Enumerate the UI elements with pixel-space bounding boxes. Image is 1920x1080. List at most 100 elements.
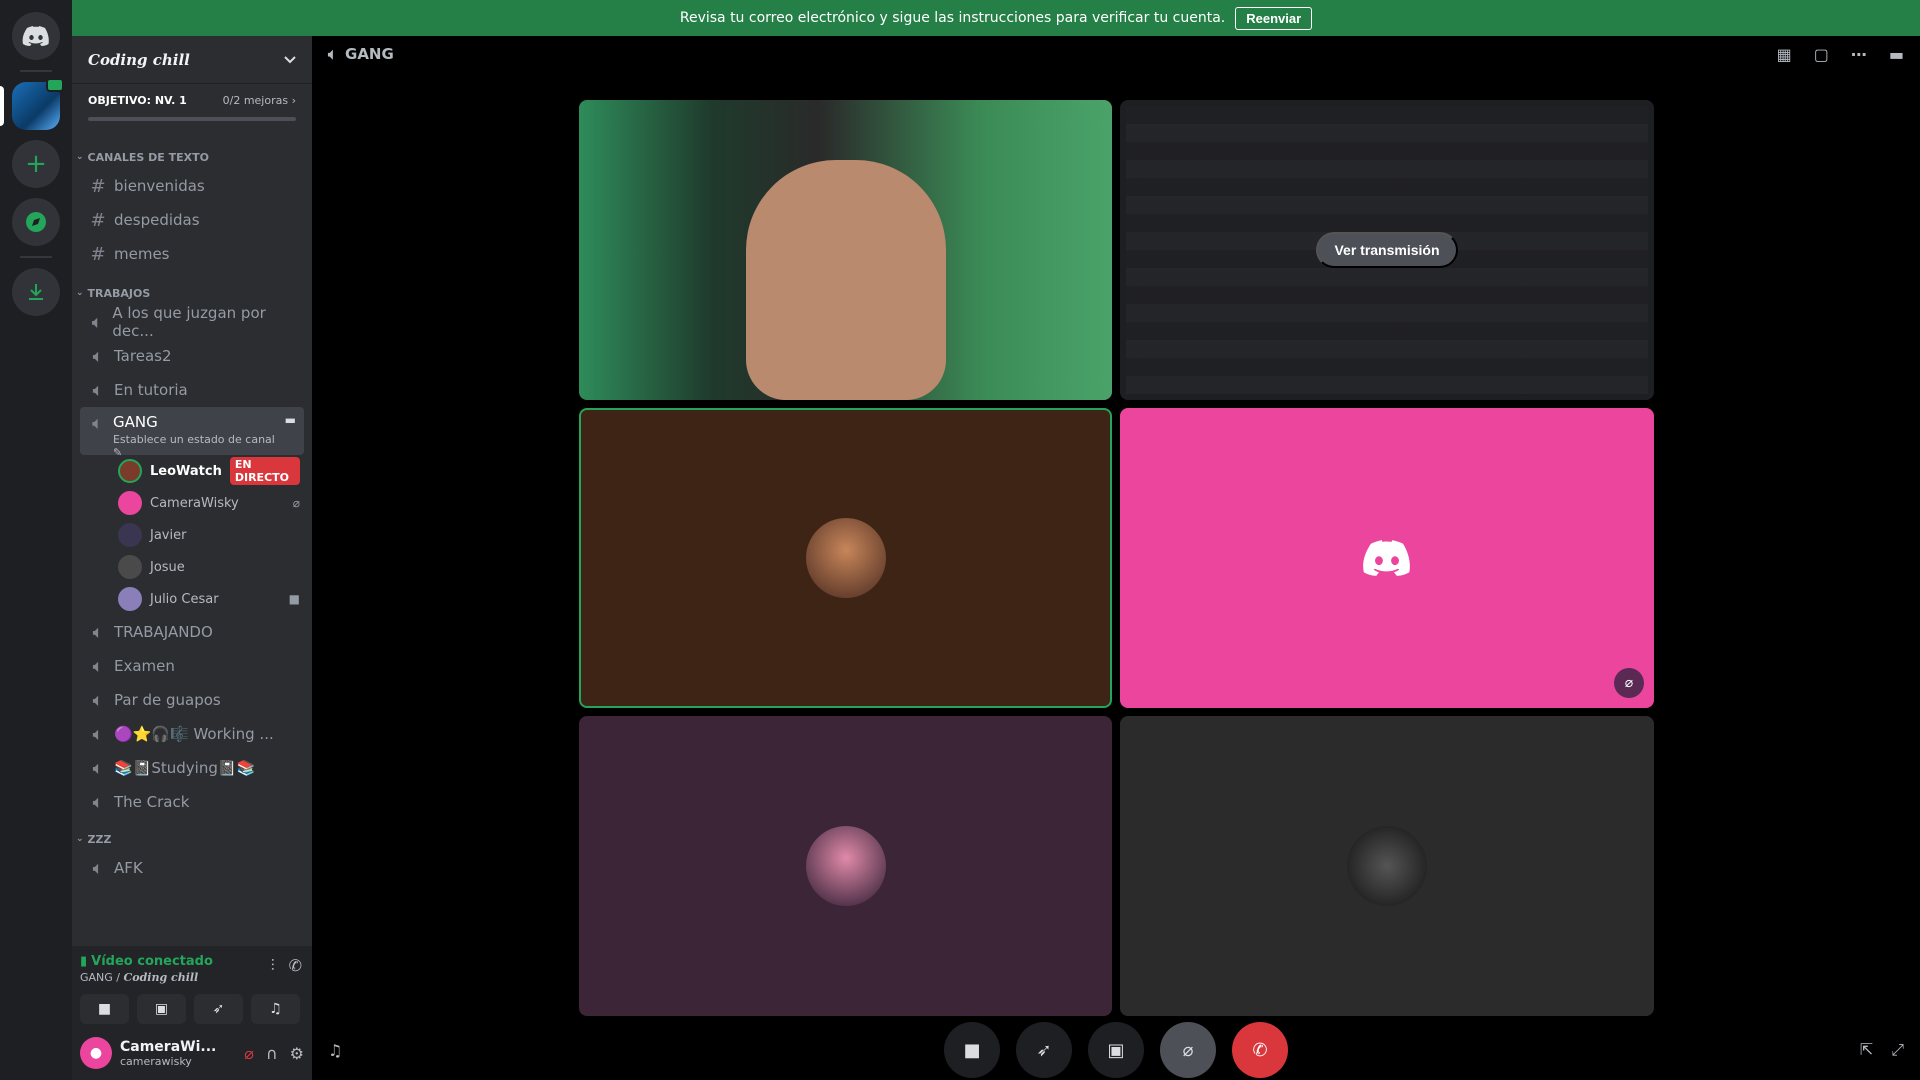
soundboard-icon: ♫ [269, 1001, 282, 1017]
mic-toggle-button[interactable]: ⌀ [1160, 1022, 1216, 1078]
verify-email-banner: Revisa tu correo electrónico y sigue las… [72, 0, 1920, 36]
channel-name: Examen [114, 657, 175, 675]
voice-channel-0[interactable]: 🔈︎ TRABAJANDO [80, 615, 304, 649]
voice-channel-5[interactable]: 🔈︎ The Crack [80, 785, 304, 819]
chat-icon[interactable]: ▬ [285, 413, 296, 427]
chat-icon[interactable]: ▬ [1889, 45, 1904, 64]
chevron-down-icon: ⌄ [76, 152, 84, 162]
speaker-icon: 🔈︎ [92, 413, 103, 434]
compass-icon [26, 212, 46, 232]
avatar [118, 555, 142, 579]
speaker-icon: 🔈︎ [328, 45, 338, 63]
explore-button[interactable] [12, 198, 60, 246]
activity-button[interactable]: ➶ [194, 994, 243, 1024]
category-text-channels[interactable]: ⌄ CANALES DE TEXTO [72, 145, 312, 169]
video-tile-stream[interactable]: Ver transmisión [1120, 100, 1654, 400]
voice-user[interactable]: Javier [114, 519, 304, 551]
headphones-icon[interactable]: ∩ [266, 1044, 278, 1063]
avatar [805, 826, 886, 906]
channel-name: GANG [112, 413, 158, 431]
gear-icon[interactable]: ⚙ [290, 1044, 304, 1063]
boost-goal[interactable]: OBJETIVO: NV. 1 0/2 mejoras › [72, 84, 312, 127]
screen-share-button[interactable]: ▣ [137, 994, 186, 1024]
speaker-icon: 🔈︎ [91, 311, 103, 333]
text-channel-2[interactable]: # memes [80, 237, 304, 271]
category-zzz[interactable]: ⌄ ZZZ [72, 827, 312, 851]
boost-progress: 0/2 mejoras › [222, 94, 296, 107]
text-channel-0[interactable]: # bienvenidas [80, 169, 304, 203]
server-coding-chill[interactable] [0, 78, 64, 130]
voice-channel-gang[interactable]: 🔈︎ GANG Establece un estado de canal ✎ ▬ [80, 407, 304, 459]
channel-status-hint[interactable]: Establece un estado de canal ✎ [113, 433, 279, 459]
video-tile-speaking[interactable] [579, 408, 1112, 708]
voice-user[interactable]: Josue [114, 551, 304, 583]
soundboard-button[interactable]: ♫ [251, 994, 300, 1024]
activity-button[interactable]: ➶ [1016, 1022, 1072, 1078]
channel-name: TRABAJANDO [114, 623, 213, 641]
voice-user[interactable]: Julio Cesar ■ [114, 583, 304, 615]
download-button[interactable] [12, 268, 60, 316]
screen-share-button[interactable]: ▣ [1088, 1022, 1144, 1078]
mic-muted-icon: ⌀ [292, 496, 300, 510]
voice-user-name: Javier [150, 527, 187, 543]
hashtag-icon: # [90, 209, 106, 231]
voice-channel-3[interactable]: 🔈︎ 🟣⭐🎧🎼 Working ... [80, 717, 304, 751]
more-icon[interactable]: ⋯ [1851, 45, 1867, 64]
plus-icon: + [25, 149, 47, 179]
noise-suppression-icon[interactable]: ⫶ [271, 956, 275, 976]
video-badge-icon [46, 78, 64, 92]
category-label: CANALES DE TEXTO [87, 150, 209, 164]
voice-channel-1[interactable]: 🔈︎ Examen [80, 649, 304, 683]
avatar[interactable]: ● [80, 1037, 112, 1069]
hashtag-icon: # [90, 175, 106, 197]
boost-progress-bar [88, 117, 296, 121]
video-tile-camerawisky[interactable]: ⌀ [1120, 408, 1654, 708]
voice-channel-1[interactable]: 🔈︎ Tareas2 [80, 339, 304, 373]
voice-channel-0[interactable]: 🔈︎ A los que juzgan por dec... [80, 304, 304, 340]
voice-channel-2[interactable]: 🔈︎ Par de guapos [80, 683, 304, 717]
category-trabajos[interactable]: ⌄ TRABAJOS [72, 281, 312, 305]
video-tile-josue[interactable] [1120, 716, 1654, 1016]
popout-icon[interactable]: ⇱ [1860, 1040, 1873, 1060]
phone-hangup-icon: ✆ [1252, 1039, 1268, 1061]
guild-header[interactable]: Coding chill [72, 36, 312, 84]
avatar [118, 523, 142, 547]
chevron-down-icon [284, 55, 296, 63]
channel-name: 📚📓Studying📓📚 [114, 759, 256, 777]
popout-icon[interactable]: ▢ [1814, 45, 1829, 64]
text-channel-1[interactable]: # despedidas [80, 203, 304, 237]
video-tile-javier[interactable] [579, 716, 1112, 1016]
webcam-feed [745, 160, 946, 400]
voice-channel-afk[interactable]: 🔈︎ AFK [80, 851, 304, 885]
rocket-icon: ➶ [1036, 1039, 1052, 1061]
voice-user-name: CameraWisky [150, 495, 239, 511]
category-label: ZZZ [87, 832, 112, 846]
watch-stream-button[interactable]: Ver transmisión [1316, 232, 1458, 268]
user-panel: ● CameraWi... camerawisky ⌀ ∩ ⚙ [72, 1026, 312, 1080]
camera-button[interactable]: ■ [80, 994, 129, 1024]
voice-channel-2[interactable]: 🔈︎ En tutoria [80, 373, 304, 407]
channel-name: The Crack [114, 793, 190, 811]
grid-layout-icon[interactable]: ▦ [1777, 45, 1792, 64]
camera-button[interactable]: ■ [944, 1022, 1000, 1078]
avatar [1347, 826, 1427, 906]
fullscreen-icon[interactable]: ⤢ [1891, 1040, 1904, 1060]
camera-icon: ■ [963, 1039, 981, 1061]
add-server-button[interactable]: + [12, 140, 60, 188]
voice-user[interactable]: CameraWisky ⌀ [114, 487, 304, 519]
mic-muted-icon: ⌀ [1614, 668, 1644, 698]
disconnect-icon[interactable]: ✆ [289, 956, 302, 976]
voice-user-name: LeoWatch [150, 463, 222, 479]
rail-separator [20, 256, 52, 258]
avatar [805, 518, 886, 598]
resend-button[interactable]: Reenviar [1235, 6, 1313, 30]
voice-channel-4[interactable]: 🔈︎ 📚📓Studying📓📚 [80, 751, 304, 785]
leave-call-button[interactable]: ✆ [1232, 1022, 1288, 1078]
discord-app: + Revisa tu correo electrónico y sigue l… [0, 0, 1920, 1080]
home-button[interactable] [12, 12, 60, 60]
voice-user[interactable]: LeoWatch EN DIRECTO [114, 455, 304, 487]
channel-sidebar: Coding chill OBJETIVO: NV. 1 0/2 mejoras… [72, 36, 312, 1080]
call-controls: ■ ➶ ▣ ⌀ ✆ [312, 1020, 1920, 1080]
mic-muted-icon[interactable]: ⌀ [244, 1044, 254, 1063]
video-tile-webcam[interactable] [579, 100, 1112, 400]
